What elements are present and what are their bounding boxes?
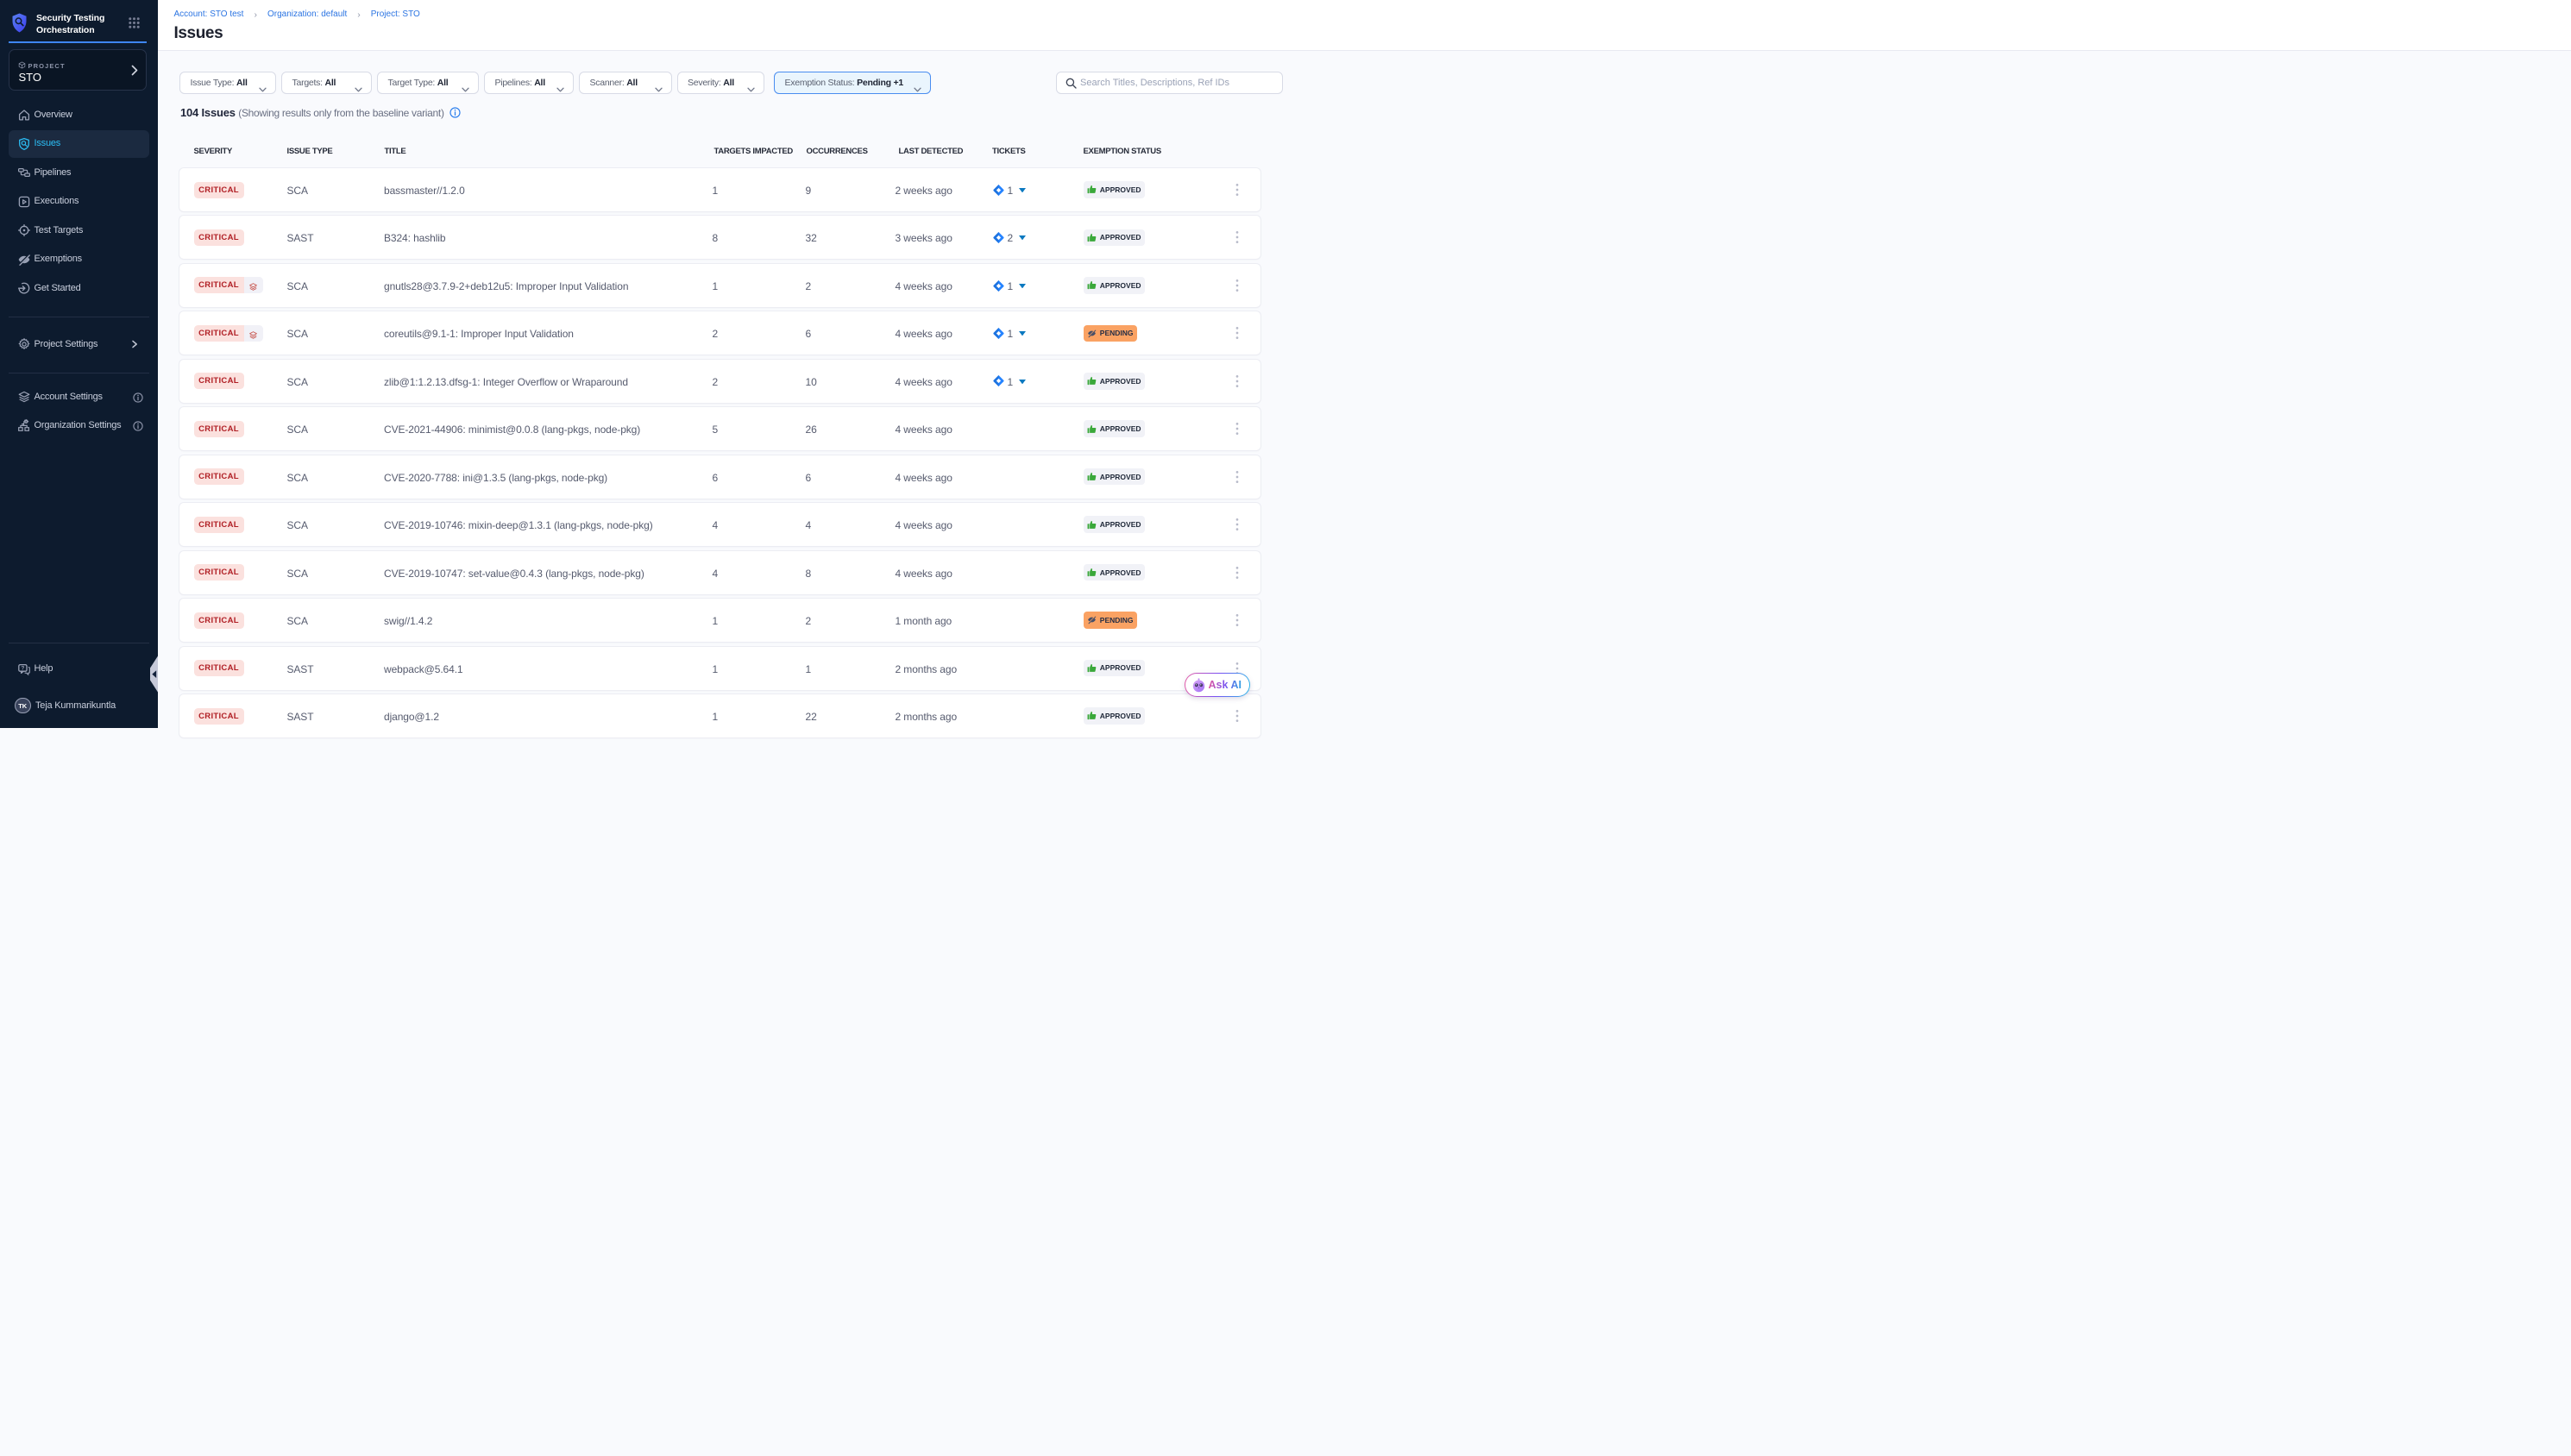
svg-text:?: ?	[21, 665, 24, 671]
